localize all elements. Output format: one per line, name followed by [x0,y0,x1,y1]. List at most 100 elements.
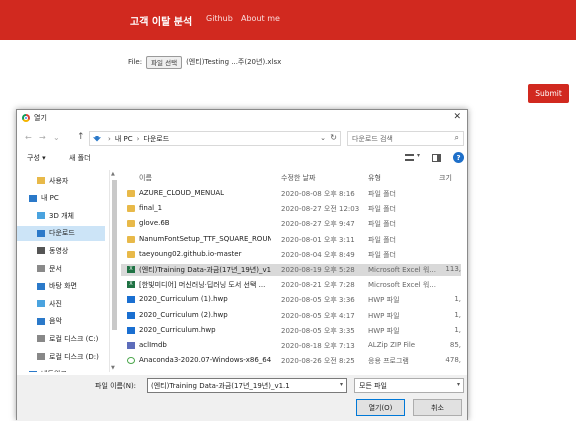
file-row[interactable]: Anaconda3-2020.07-Windows-x86_64 (1) 2020… [121,355,461,367]
nav-item[interactable]: 음악 [17,314,105,329]
file-date: 2020-08-05 오후 3:36 [281,296,355,305]
path-dropdown-icon[interactable]: ⌄ [320,134,326,142]
filename-dropdown-icon[interactable]: ▾ [340,381,343,388]
file-date: 2020-08-01 오후 3:11 [281,235,355,244]
file-date: 2020-08-05 오후 3:35 [281,326,355,335]
file-type: ALZip ZIP File [368,341,416,349]
file-list: 이름 수정한 날짜 유형 크기 AZURE_CLOUD_MENUAL 2020-0… [121,170,468,372]
nav-item-label: 내 PC [41,194,59,203]
organize-button[interactable]: 구성 ▾ [27,153,46,163]
nav-item-label: 3D 개체 [49,211,74,220]
nav-pane-scrollbar[interactable]: ▲ ▼ [109,170,119,372]
document-icon [37,265,45,272]
file-date: 2020-08-27 오전 12:03 [281,205,360,214]
file-row[interactable]: glove.6B 2020-08-27 오후 9:47 파일 폴더 [121,218,461,230]
dialog-titlebar[interactable]: 열기 ✕ [17,110,467,126]
forward-arrow-icon[interactable]: → [39,133,46,142]
excel-icon: X [127,281,135,289]
nav-item[interactable]: 다운로드 [17,225,105,241]
file-row[interactable]: X (엔티)Training Data-과금(17년_19년)_v1.1 2020-… [121,264,461,276]
cancel-button[interactable]: 취소 [413,399,462,416]
file-name: 2020_Curriculum (1).hwp [139,295,228,304]
nav-item[interactable]: 네트워크 [17,367,105,372]
hwp-icon [127,296,135,304]
view-options-icon[interactable] [405,154,414,161]
file-name: aclImdb [139,341,167,349]
path-breadcrumb[interactable]: › 내 PC › 다운로드 ⌄ ↻ [89,131,341,146]
open-button[interactable]: 열기(O) [356,399,405,416]
brand-title[interactable]: 고객 이탈 분석 [130,13,192,28]
nav-item-label: 로컬 디스크 (D:) [49,352,99,361]
filetype-dropdown-icon[interactable]: ▾ [457,381,460,388]
downloads-icon [93,135,101,142]
nav-item[interactable]: 사용자 [17,173,105,188]
nav-link-github[interactable]: Github [206,14,233,23]
file-name: AZURE_CLOUD_MENUAL [139,189,225,197]
up-arrow-icon[interactable]: ↑ [77,132,85,142]
hwp-icon [127,311,135,319]
desktop-icon [37,282,45,290]
file-row[interactable]: aclImdb 2020-08-18 오후 7:13 ALZip ZIP File 8… [121,340,461,352]
breadcrumb-my-pc[interactable]: 내 PC [115,134,133,144]
nav-item[interactable]: 동영상 [17,243,105,258]
filetype-select[interactable]: 모든 파일 ▾ [354,378,464,393]
column-header-type[interactable]: 유형 [368,173,381,185]
recent-dropdown-icon[interactable]: ⌄ [53,133,60,142]
new-folder-button[interactable]: 새 폴더 [69,153,91,163]
nav-item-label: 문서 [49,264,62,273]
nav-item[interactable]: 문서 [17,261,105,276]
column-header-size[interactable]: 크기 [439,173,452,185]
file-row[interactable]: X [한빛미디어] 머신러닝·딥러닝 도서 선택 ... 2020-08-21 오후… [121,279,461,291]
nav-item[interactable]: 로컬 디스크 (D:) [17,349,105,364]
nav-item[interactable]: 바탕 화면 [17,279,105,294]
file-row[interactable]: 2020_Curriculum.hwp 2020-08-05 오후 3:35 HWP… [121,325,461,337]
submit-button[interactable]: Submit [528,84,569,103]
file-input-row: File: 파일 선택 (엔티)Testing ...주(20년).xlsx [128,55,281,69]
view-dropdown-icon[interactable]: ▾ [417,152,420,159]
file-row[interactable]: taeyoung02.github.io-master 2020-08-04 오후… [121,249,461,261]
search-input[interactable]: 다운로드 검색 ⌕ [347,131,464,146]
folder-icon [127,190,135,197]
column-header-date[interactable]: 수정한 날짜 [281,173,315,185]
nav-item[interactable]: 내 PC [17,191,105,206]
refresh-icon[interactable]: ↻ [330,133,337,142]
preview-pane-icon[interactable] [432,154,441,162]
file-row[interactable]: 2020_Curriculum (1).hwp 2020-08-05 오후 3:3… [121,294,461,306]
nav-item-label: 사용자 [49,176,69,185]
file-row[interactable]: AZURE_CLOUD_MENUAL 2020-08-08 오후 8:16 파일 폴… [121,188,461,200]
nav-item-label: 음악 [49,317,62,326]
choose-file-button[interactable]: 파일 선택 [146,55,183,69]
scroll-up-icon[interactable]: ▲ [111,171,115,177]
file-name: 2020_Curriculum.hwp [139,325,216,334]
nav-item[interactable]: 사진 [17,296,105,311]
help-icon[interactable]: ? [453,152,464,163]
file-date: 2020-08-04 오후 8:49 [281,250,355,259]
nav-scroll-thumb[interactable] [112,180,117,330]
download-icon [37,229,45,237]
close-icon[interactable]: ✕ [453,112,461,122]
nav-item-label: 다운로드 [49,229,75,238]
filename-input[interactable]: (엔티)Training Data-과금(17년_19년)_v1.1 ▾ [147,378,347,393]
scroll-down-icon[interactable]: ▼ [111,365,115,371]
filetype-value: 모든 파일 [359,381,387,390]
file-date: 2020-08-08 오후 8:16 [281,190,355,198]
breadcrumb-downloads[interactable]: 다운로드 [143,134,169,144]
file-type: HWP 파일 [368,326,400,335]
open-file-dialog: 열기 ✕ ← → ⌄ ↑ › 내 PC › 다운로드 ⌄ ↻ 다운로드 검색 ⌕… [16,109,468,421]
file-row[interactable]: NanumFontSetup_TTF_SQUARE_ROUND 2020-08-0… [121,234,461,246]
nav-link-about[interactable]: About me [241,14,280,23]
drive-icon [37,353,45,360]
file-name: 2020_Curriculum (2).hwp [139,310,228,319]
search-icon: ⌕ [454,133,459,142]
back-arrow-icon[interactable]: ← [25,133,32,142]
folder-icon [127,250,135,258]
file-size: 113, [445,265,461,273]
file-row[interactable]: 2020_Curriculum (2).hwp 2020-08-05 오후 4:1… [121,310,461,322]
column-header-name[interactable]: 이름 [139,173,152,185]
path-separator-icon: › [136,134,140,143]
file-row[interactable]: final_1 2020-08-27 오전 12:03 파일 폴더 [121,203,461,215]
file-type: Microsoft Excel 워... [368,266,436,274]
nav-item[interactable]: 3D 개체 [17,208,105,223]
dialog-footer: 파일 이름(N): (엔티)Training Data-과금(17년_19년)_… [17,375,467,421]
nav-item[interactable]: 로컬 디스크 (C:) [17,331,105,346]
